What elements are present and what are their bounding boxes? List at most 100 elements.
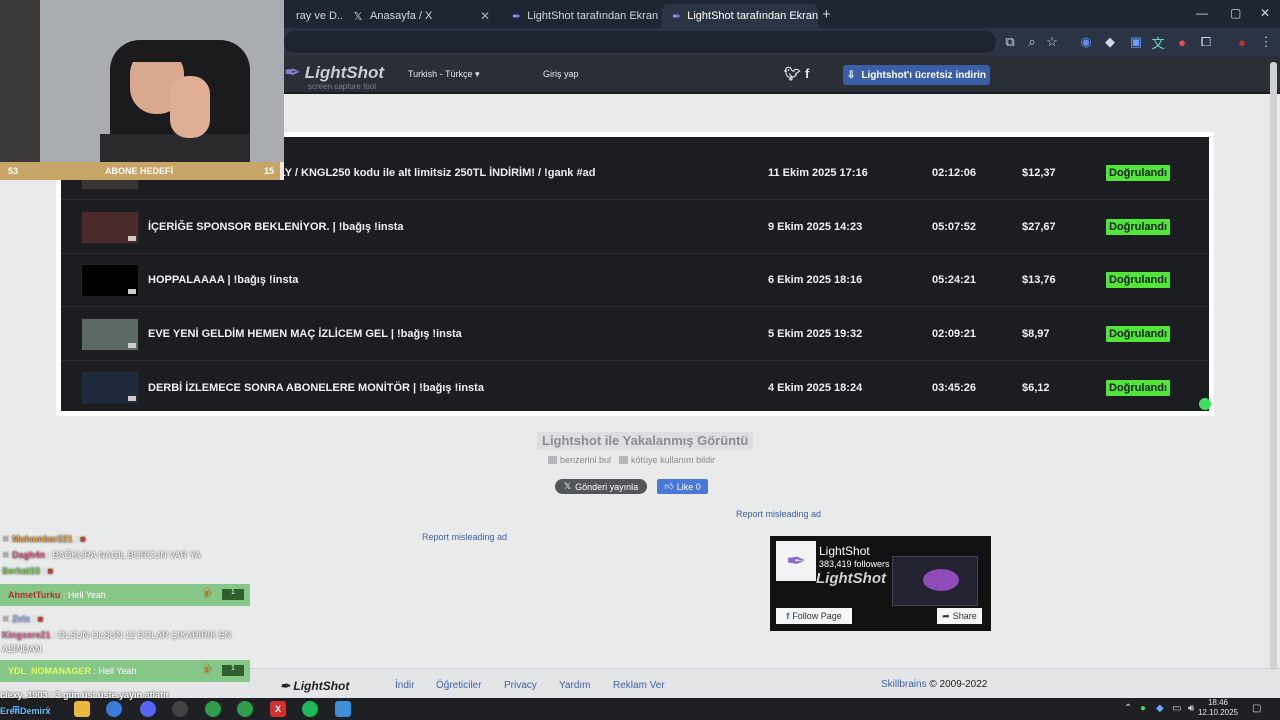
logo-tagline: screen capture tool — [308, 82, 377, 91]
language-selector[interactable]: Turkish - Türkçe ▾ — [408, 69, 480, 80]
feather-icon: ✒ — [284, 62, 301, 84]
tray-app-icon[interactable]: ◆ — [1156, 703, 1164, 714]
footer-logo[interactable]: ✒ LightShot — [280, 679, 349, 693]
find-similar-link[interactable]: benzerini bul — [548, 455, 611, 465]
table-row: İÇERİĞE SPONSOR BEKLENİYOR. | !bağış !in… — [61, 201, 1209, 254]
video-title: İÇERİĞE SPONSOR BEKLENİYOR. | !bağış !in… — [148, 221, 404, 233]
clock-date: 12.10.2025 — [1197, 708, 1239, 717]
chat-message: ✕ Muhambar221 : ■ — [2, 534, 86, 545]
close-window-icon[interactable]: ✕ — [1260, 6, 1270, 20]
maximize-icon[interactable]: ▢ — [1230, 6, 1241, 20]
report-ad-link[interactable]: Report misleading ad — [736, 509, 821, 519]
video-title: DERBİ İZLEMECE SONRA ABONELERE MONİTÖR |… — [148, 381, 484, 394]
feather-icon: ✒ — [672, 10, 682, 23]
app-x-icon[interactable]: X — [270, 701, 286, 717]
twitter-icon[interactable]: 🐦︎ — [784, 66, 801, 82]
app-icon[interactable] — [335, 701, 351, 717]
tab-label: ray ve D... — [296, 10, 342, 22]
clock-time: 18:46 — [1207, 698, 1229, 707]
volume-icon[interactable]: 🔊︎ — [1188, 703, 1194, 714]
chat-text: : Hell Yeah — [93, 666, 137, 676]
cup-icon: 🍺︎ — [201, 664, 214, 675]
browser-tab[interactable]: ✒ LightShot tarafından Ekran Gör... ✕ — [502, 4, 660, 28]
notifications-icon[interactable]: ▢ — [1252, 703, 1261, 714]
footer-link-help[interactable]: Yardım — [559, 680, 591, 691]
company-link[interactable]: Skillbrains — [881, 679, 927, 690]
find-similar-label: benzerini bul — [560, 455, 612, 465]
translate-icon[interactable]: 文 — [1150, 34, 1166, 51]
facebook-icon[interactable]: f — [805, 66, 809, 81]
sword-icon: ✕ — [2, 614, 10, 624]
discord-icon[interactable] — [140, 701, 156, 717]
page-scrollbar[interactable] — [1270, 62, 1277, 670]
login-link[interactable]: Giriş yap — [543, 69, 579, 79]
feather-icon: ✒ — [785, 547, 807, 575]
network-icon[interactable]: ▭ — [1172, 703, 1181, 714]
browser-tab-active[interactable]: ✒ LightShot tarafından Ekran Gör... ✕ — [662, 4, 818, 28]
install-app-icon[interactable]: ⧉ — [1002, 34, 1018, 50]
copyright: Skillbrains © 2009-2022 — [881, 679, 987, 690]
tweet-button[interactable]: 𝕏 Gönderi yayınla — [555, 479, 647, 494]
browser-tab[interactable]: ray ve D... — [286, 4, 342, 28]
chat-user: YDL_NOMANAGER — [8, 666, 92, 676]
tab-label: LightShot tarafından Ekran Gör... — [527, 10, 660, 22]
chat-message-highlighted: YDL_NOMANAGER : Hell Yeah 🍺︎ 1 — [0, 660, 250, 682]
close-icon[interactable]: ✕ — [480, 9, 490, 23]
chat-message: Serhat33 : ■ — [2, 566, 53, 576]
extension-icon[interactable]: ◆ — [1102, 34, 1118, 50]
share-icon: ➦ — [942, 610, 950, 621]
footer-link-tutorials[interactable]: Öğreticiler — [436, 680, 482, 691]
minimize-icon[interactable]: — — [1196, 6, 1208, 20]
video-title: LY / KNGL250 kodu ile alt limitsiz 250TL… — [279, 167, 596, 179]
file-explorer-icon[interactable] — [74, 701, 90, 717]
page-name[interactable]: LightShot — [819, 544, 870, 558]
stream-ticker: clexy_1903 : 3 gün üst üste yayın atlatı… — [0, 690, 170, 700]
facebook-page-widget[interactable]: ✒ LightShot 383,419 followers LightShot … — [770, 536, 991, 631]
video-amount: $8,97 — [1022, 328, 1050, 340]
report-abuse-link[interactable]: kötüye kullanım bildir — [619, 455, 715, 465]
chat-text: : BAĞKURA NAGIL BORCUN VAR YA — [47, 550, 201, 560]
chrome-icon[interactable] — [237, 701, 253, 717]
address-bar[interactable] — [284, 31, 996, 53]
facebook-like-button[interactable]: 👍︎ Like 0 — [657, 479, 708, 494]
goal-current: 53 — [8, 166, 19, 176]
cup-icon: 🍺︎ — [201, 588, 214, 599]
x-logo-icon: 𝕏 — [353, 10, 363, 23]
download-button[interactable]: ⇩ Lightshot'ı ücretsiz indirin — [843, 65, 990, 85]
follow-page-button[interactable]: f Follow Page — [776, 608, 852, 624]
video-amount: $13,76 — [1022, 274, 1056, 286]
lightshot-logo[interactable]: ✒ LightShot screen capture tool — [284, 60, 384, 91]
browser-tab[interactable]: 𝕏 Anasayfa / X ✕ — [342, 4, 500, 28]
copilot-icon[interactable] — [106, 701, 122, 717]
video-duration: 02:12:06 — [932, 167, 977, 179]
share-button[interactable]: ➦ Share — [937, 608, 982, 624]
extension-icon[interactable]: ▣ — [1128, 34, 1144, 50]
chat-message: Kingsere21 : OLSUN OLSUN 12 DOLAR ÇIKARI… — [2, 630, 231, 640]
video-amount: $12,37 — [1022, 167, 1056, 179]
chrome-icon[interactable] — [205, 701, 221, 717]
footer-link-privacy[interactable]: Privacy — [504, 680, 537, 691]
menu-kebab-icon[interactable]: ⋮ — [1258, 34, 1274, 50]
chat-text: : OLSUN OLSUN 12 DOLAR ÇIKARIRIK EN — [53, 630, 232, 640]
bookmark-star-icon[interactable]: ☆ — [1044, 34, 1060, 50]
report-ad-link[interactable]: Report misleading ad — [422, 532, 507, 542]
extension-icon[interactable]: ◉ — [1078, 34, 1094, 50]
obs-icon[interactable] — [172, 701, 188, 717]
goal-target: 15 — [263, 166, 274, 176]
spotify-icon[interactable] — [302, 701, 318, 717]
chat-message: ✕ Dagh4n : BAĞKURA NAGIL BORCUN VAR YA — [2, 550, 201, 561]
system-clock[interactable]: 18:46 12.10.2025 — [1196, 698, 1240, 718]
video-date: 5 Ekim 2025 19:32 — [768, 328, 863, 340]
tray-app-icon[interactable]: ● — [1140, 703, 1146, 714]
extensions-puzzle-icon[interactable]: ⧠ — [1198, 34, 1214, 50]
extension-icon[interactable]: ● — [1174, 34, 1190, 50]
tray-chevron-icon[interactable]: ⌃ — [1124, 703, 1132, 714]
profile-avatar-icon[interactable]: ● — [1234, 34, 1250, 50]
footer-link-advertise[interactable]: Reklam Ver — [613, 680, 665, 691]
footer-link-download[interactable]: İndir — [395, 680, 414, 691]
status-badge: Doğrulandı — [1106, 165, 1171, 181]
new-tab-button[interactable]: + — [822, 6, 831, 23]
status-badge: Doğrulandı — [1106, 219, 1171, 235]
zoom-icon[interactable]: ⌕ — [1024, 34, 1040, 50]
chat-user: AhmetTurku — [8, 590, 61, 600]
